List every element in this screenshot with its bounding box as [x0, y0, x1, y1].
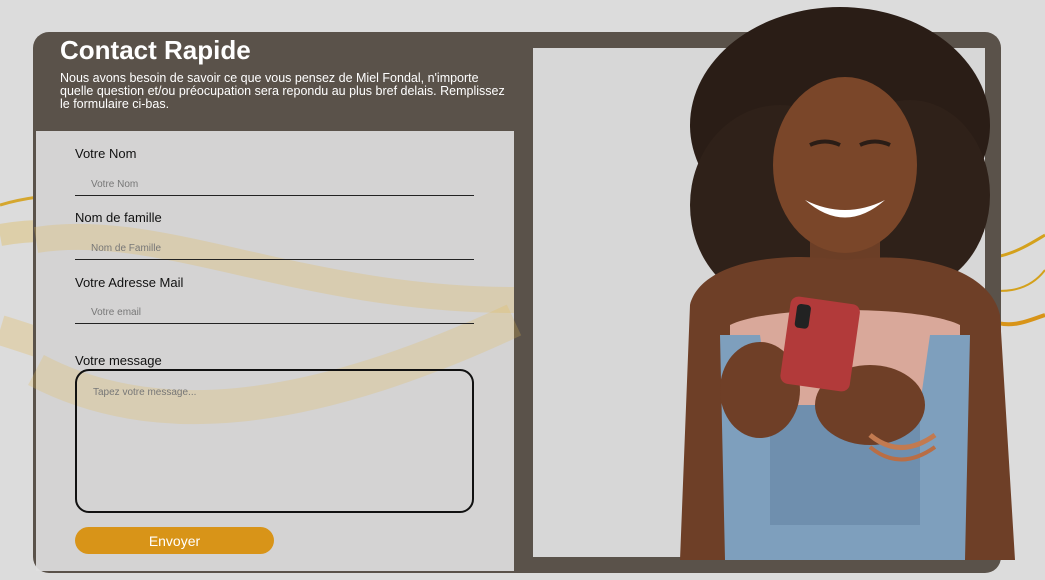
page-subtitle: Nous avons besoin de savoir ce que vous … — [60, 71, 505, 111]
smiling-woman-image — [680, 7, 1015, 560]
contact-header: Contact Rapide Nous avons besoin de savo… — [60, 34, 510, 111]
message-label: Votre message — [75, 353, 162, 368]
last-name-input[interactable] — [75, 238, 474, 260]
page-title: Contact Rapide — [60, 35, 251, 65]
email-input[interactable] — [75, 302, 474, 324]
first-name-label: Votre Nom — [75, 146, 137, 161]
message-textarea[interactable] — [75, 369, 474, 513]
last-name-label: Nom de famille — [75, 210, 162, 225]
send-button[interactable]: Envoyer — [75, 527, 274, 554]
email-label: Votre Adresse Mail — [75, 275, 184, 290]
first-name-input[interactable] — [75, 174, 474, 196]
